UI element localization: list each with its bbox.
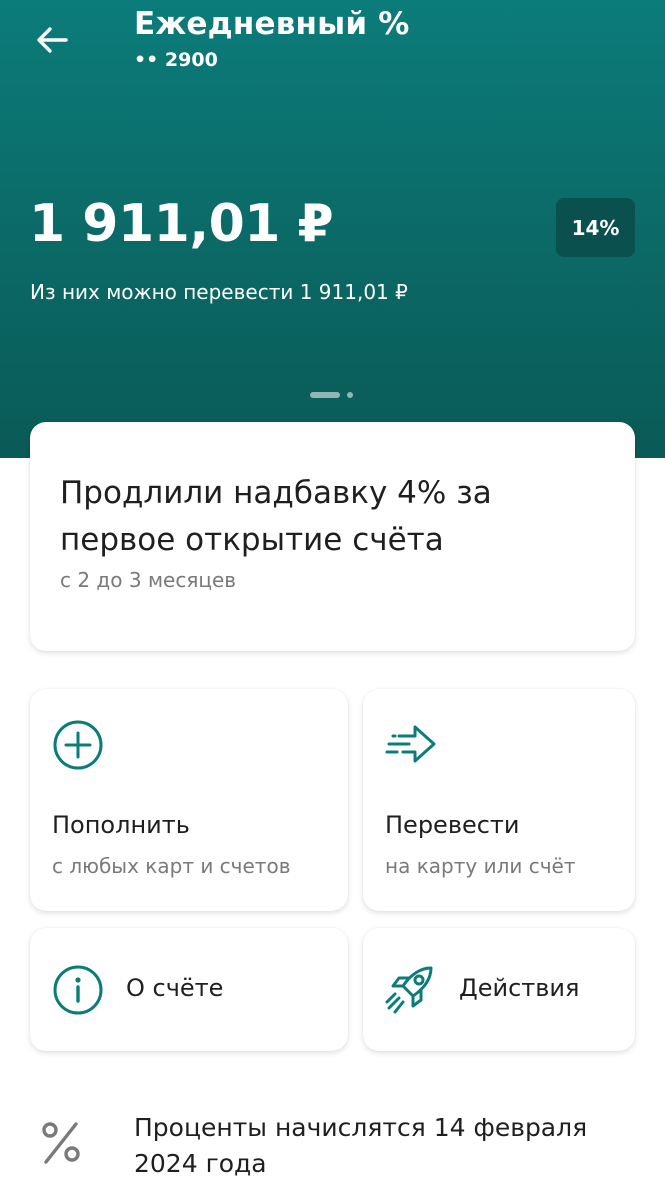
transfer-subtitle: на карту или счёт — [385, 854, 576, 878]
promo-subtitle: с 2 до 3 месяцев — [60, 568, 237, 592]
balance-amount: 1 911,01 ₽ — [29, 194, 334, 254]
actions-button[interactable]: Действия — [363, 928, 635, 1051]
page-title: Ежедневный % — [134, 6, 410, 42]
interest-rate-badge[interactable]: 14% — [556, 198, 635, 257]
rocket-icon — [385, 966, 433, 1014]
actions-label: Действия — [459, 974, 580, 1002]
interest-accrual-note: Проценты начислятся 14 февраля 2024 года — [134, 1113, 588, 1178]
top-up-subtitle: с любых карт и счетов — [52, 854, 291, 878]
promo-title: Продлили надбавку 4% за первое открытие … — [60, 475, 492, 558]
info-circle-icon — [53, 965, 103, 1015]
page-dot-active — [310, 392, 340, 398]
account-header: Ежедневный % •• 2900 1 911,01 ₽ 14% Из н… — [0, 0, 665, 458]
plus-circle-icon — [53, 720, 103, 770]
page-indicator — [310, 392, 353, 398]
available-amount: Из них можно перевести 1 911,01 ₽ — [30, 280, 408, 304]
account-number: •• 2900 — [134, 49, 218, 71]
transfer-label: Перевести — [385, 811, 520, 839]
about-account-button[interactable]: О счёте — [30, 928, 348, 1051]
percent-icon — [42, 1122, 80, 1164]
top-up-button[interactable]: Пополнить с любых карт и счетов — [30, 689, 348, 911]
page-dot — [347, 392, 353, 398]
send-arrow-icon — [385, 725, 436, 763]
about-account-label: О счёте — [126, 974, 224, 1002]
transfer-button[interactable]: Перевести на карту или счёт — [363, 689, 635, 911]
arrow-left-icon — [37, 27, 68, 53]
back-button[interactable] — [30, 18, 74, 62]
top-up-label: Пополнить — [52, 811, 190, 839]
